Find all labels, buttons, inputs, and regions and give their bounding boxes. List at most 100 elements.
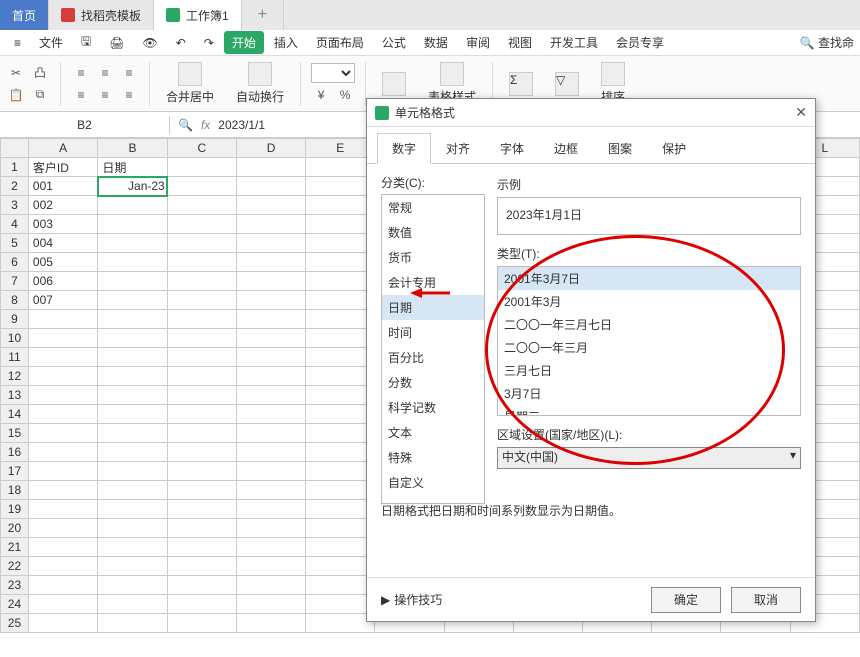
- type-list[interactable]: 2001年3月7日 2001年3月 二〇〇一年三月七日 二〇〇一年三月 三月七日…: [497, 266, 801, 416]
- align-top-icon[interactable]: ≡: [71, 85, 91, 105]
- window-tabs: 首页 找稻壳模板 工作簿1 +: [0, 0, 860, 30]
- wrap-label: 自动换行: [236, 88, 284, 105]
- cell-A4[interactable]: 003: [28, 215, 97, 234]
- cat-fraction[interactable]: 分数: [382, 370, 484, 395]
- cat-scientific[interactable]: 科学记数: [382, 395, 484, 420]
- format-hint: 日期格式把日期和时间系列数显示为日期值。: [381, 502, 621, 519]
- qat-save-icon[interactable]: 🖫: [73, 29, 99, 56]
- sample-label: 示例: [497, 176, 801, 193]
- percent-icon[interactable]: %: [335, 85, 355, 105]
- tab-align[interactable]: 对齐: [431, 133, 485, 163]
- align-left-icon[interactable]: ≡: [71, 63, 91, 83]
- number-format-select[interactable]: 自定义: [311, 63, 355, 83]
- tab-templates[interactable]: 找稻壳模板: [49, 0, 154, 30]
- qat-undo-icon[interactable]: ↶: [168, 33, 194, 53]
- cell-A6[interactable]: 005: [28, 253, 97, 272]
- cell-A3[interactable]: 002: [28, 196, 97, 215]
- type-item-0[interactable]: 2001年3月7日: [498, 267, 800, 290]
- cat-number[interactable]: 数值: [382, 220, 484, 245]
- tab-font[interactable]: 字体: [485, 133, 539, 163]
- type-item-2[interactable]: 二〇〇一年三月七日: [498, 313, 800, 336]
- merge-icon: [178, 62, 202, 86]
- qat-print-icon[interactable]: 🖨: [101, 33, 132, 53]
- dialog-titlebar[interactable]: 单元格格式 ✕: [367, 99, 815, 127]
- qat-preview-icon[interactable]: 👁: [135, 33, 166, 53]
- cell-A1[interactable]: 客户ID: [28, 158, 97, 177]
- search-box[interactable]: 🔍 查找命: [800, 34, 854, 51]
- cell-A7[interactable]: 006: [28, 272, 97, 291]
- tab-home-label: 首页: [12, 7, 36, 24]
- tab-pattern[interactable]: 图案: [593, 133, 647, 163]
- align-middle-icon[interactable]: ≡: [95, 85, 115, 105]
- align-bottom-icon[interactable]: ≡: [119, 85, 139, 105]
- ok-button[interactable]: 确定: [651, 587, 721, 613]
- fx-icon[interactable]: fx: [201, 118, 210, 132]
- tab-workbook[interactable]: 工作簿1: [154, 0, 242, 30]
- cell-B2-selected[interactable]: Jan-23: [98, 177, 167, 196]
- cat-accounting[interactable]: 会计专用: [382, 270, 484, 295]
- zoom-icon[interactable]: 🔍: [178, 118, 193, 132]
- formula-value[interactable]: 2023/1/1: [218, 118, 265, 132]
- format-painter-icon[interactable]: 凸: [30, 63, 50, 83]
- close-icon[interactable]: ✕: [795, 104, 807, 121]
- cancel-button[interactable]: 取消: [731, 587, 801, 613]
- cell-A8[interactable]: 007: [28, 291, 97, 310]
- menu-formula[interactable]: 公式: [374, 31, 414, 54]
- sum-button[interactable]: Σ: [503, 70, 539, 98]
- cat-special[interactable]: 特殊: [382, 445, 484, 470]
- cat-currency[interactable]: 货币: [382, 245, 484, 270]
- cell-B1[interactable]: 日期: [98, 158, 167, 177]
- menu-insert[interactable]: 插入: [266, 31, 306, 54]
- align-center-icon[interactable]: ≡: [95, 63, 115, 83]
- menu-view[interactable]: 视图: [500, 31, 540, 54]
- filter-button[interactable]: ▽: [549, 70, 585, 98]
- cell-A5[interactable]: 004: [28, 234, 97, 253]
- menu-dev[interactable]: 开发工具: [542, 31, 606, 54]
- tab-protect[interactable]: 保护: [647, 133, 701, 163]
- cell-A2[interactable]: 001: [28, 177, 97, 196]
- copy-icon[interactable]: ⧉: [30, 85, 50, 105]
- tab-border[interactable]: 边框: [539, 133, 593, 163]
- cond-format-button[interactable]: [376, 70, 412, 98]
- menu-data[interactable]: 数据: [416, 31, 456, 54]
- type-item-4[interactable]: 三月七日: [498, 359, 800, 382]
- cat-text[interactable]: 文本: [382, 420, 484, 445]
- tips-label: 操作技巧: [394, 591, 442, 608]
- currency-icon[interactable]: ¥: [311, 85, 331, 105]
- menu-start[interactable]: 开始: [224, 31, 264, 54]
- cell-reference[interactable]: B2: [0, 116, 170, 134]
- type-item-3[interactable]: 二〇〇一年三月: [498, 336, 800, 359]
- align-right-icon[interactable]: ≡: [119, 63, 139, 83]
- locale-select[interactable]: 中文(中国) ▾: [497, 447, 801, 469]
- menu-review[interactable]: 审阅: [458, 31, 498, 54]
- menu-vip[interactable]: 会员专享: [608, 31, 672, 54]
- menu-hamburger-icon[interactable]: ≡: [6, 33, 29, 53]
- sheet-icon: [166, 8, 180, 22]
- tab-number[interactable]: 数字: [377, 133, 431, 164]
- table-style-icon: [440, 62, 464, 86]
- cat-custom[interactable]: 自定义: [382, 470, 484, 495]
- tab-home[interactable]: 首页: [0, 0, 49, 30]
- tab-workbook-label: 工作簿1: [186, 7, 229, 24]
- merge-center-button[interactable]: 合并居中: [160, 60, 220, 107]
- wrap-text-button[interactable]: 自动换行: [230, 60, 290, 107]
- category-list[interactable]: 常规 数值 货币 会计专用 日期 时间 百分比 分数 科学记数 文本 特殊 自定…: [381, 194, 485, 504]
- cat-time[interactable]: 时间: [382, 320, 484, 345]
- cat-percent[interactable]: 百分比: [382, 345, 484, 370]
- sum-icon: Σ: [509, 72, 533, 96]
- paste-icon[interactable]: 📋: [6, 85, 26, 105]
- tab-add[interactable]: +: [242, 0, 284, 30]
- type-item-1[interactable]: 2001年3月: [498, 290, 800, 313]
- type-label: 类型(T):: [497, 245, 801, 262]
- menu-file[interactable]: 文件: [31, 31, 71, 54]
- type-item-5[interactable]: 3月7日: [498, 382, 800, 405]
- qat-redo-icon[interactable]: ↷: [196, 33, 222, 53]
- cat-general[interactable]: 常规: [382, 195, 484, 220]
- cut-icon[interactable]: ✂: [6, 63, 26, 83]
- chevron-down-icon: ▾: [790, 448, 796, 462]
- type-item-6[interactable]: 星期三: [498, 405, 800, 416]
- tips-link[interactable]: ▶操作技巧: [381, 591, 442, 608]
- menu-layout[interactable]: 页面布局: [308, 31, 372, 54]
- dialog-tabs: 数字 对齐 字体 边框 图案 保护: [367, 127, 815, 164]
- cat-date[interactable]: 日期: [382, 295, 484, 320]
